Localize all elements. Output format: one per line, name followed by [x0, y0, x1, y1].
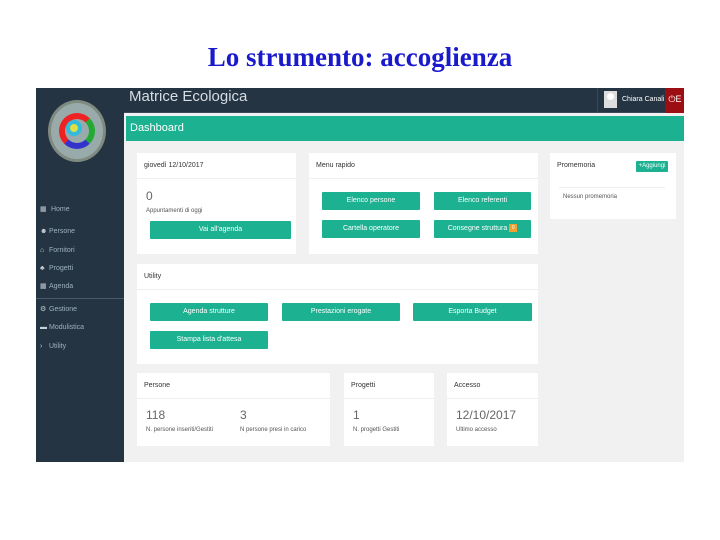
stampa-lista-attesa-button[interactable]: Stampa lista d'attesa [150, 331, 268, 349]
persone-panel: Persone 118 N. persone inseriti/Gestiti … [137, 373, 330, 446]
panel-title: Accesso [447, 373, 538, 399]
empty-message: Nessun promemoria [563, 194, 618, 200]
divider [559, 187, 665, 188]
sidebar-item-modulistica[interactable]: ▬ Modulistica [36, 321, 124, 335]
logout-button[interactable]: ⏻E [665, 88, 684, 113]
sidebar-item-fornitori[interactable]: ⌂ Fornitori [36, 244, 124, 258]
panel-title: Menu rapido [309, 153, 538, 179]
power-icon: ⏻ [668, 94, 676, 104]
elenco-persone-button[interactable]: Elenco persone [322, 192, 420, 210]
button-label: Consegne struttura [447, 225, 508, 232]
panel-title: Utility [137, 264, 538, 290]
sidebar-item-label: Utility [49, 343, 67, 350]
sidebar-item-persone[interactable]: ☻ Persone [36, 225, 124, 239]
page-title: Dashboard [126, 116, 684, 141]
app-window: ▦ Home ☻ Persone ⌂ Fornitori ♣ Progetti ▦ Ag… [36, 88, 684, 462]
aggiungi-button[interactable]: +Aggiungi [636, 161, 668, 172]
user-name: Chiara Canali [622, 96, 665, 103]
avatar [604, 91, 617, 108]
sidebar-item-label: Progetti [49, 265, 74, 272]
today-panel: giovedì 12/10/2017 0 Appuntamenti di ogg… [137, 153, 296, 254]
progetti-panel: Progetti 1 N. progetti Gestiti [344, 373, 434, 446]
folder-icon: ▬ [40, 324, 47, 331]
gears-icon: ⚙ [40, 306, 47, 313]
consegne-badge: 0 [509, 224, 518, 233]
sidebar-item-label: Modulistica [49, 324, 85, 331]
sidebar-item-utility[interactable]: › Utility [36, 340, 124, 354]
appointments-count: 0 [146, 189, 153, 203]
cubes-icon: ♣ [40, 265, 45, 272]
ultimo-accesso-label: Ultimo accesso [456, 427, 497, 433]
panel-title: giovedì 12/10/2017 [137, 153, 296, 179]
sidebar: ▦ Home ☻ Persone ⌂ Fornitori ♣ Progetti ▦ Ag… [36, 88, 124, 462]
sidebar-item-label: Persone [49, 228, 76, 235]
sidebar-item-label: Fornitori [49, 247, 75, 254]
sidebar-item-home[interactable]: ▦ Home [36, 203, 124, 217]
progetti-value: 1 [353, 408, 360, 422]
ultimo-accesso-value: 12/10/2017 [456, 408, 517, 422]
button-label: Aggiungi [642, 163, 666, 169]
persone-carico-label: N persone presi in carico [240, 427, 307, 433]
bank-icon: ⌂ [40, 247, 45, 254]
sidebar-item-gestione[interactable]: ⚙ Gestione [36, 303, 124, 317]
persone-inserite-value: 118 [146, 408, 166, 422]
user-menu[interactable]: Chiara Canali [597, 88, 665, 113]
appointments-caption: Appuntamenti di oggi [146, 208, 203, 214]
progetti-label: N. progetti Gestiti [353, 427, 400, 433]
accesso-panel: Accesso 12/10/2017 Ultimo accesso [447, 373, 538, 446]
agenda-strutture-button[interactable]: Agenda strutture [150, 303, 268, 321]
app-brand[interactable]: Matrice Ecologica [129, 88, 247, 106]
sidebar-divider [36, 298, 124, 299]
persone-carico-value: 3 [240, 408, 247, 422]
vai-agenda-button[interactable]: Vai all'agenda [150, 221, 291, 239]
sidebar-item-label: Home [50, 206, 70, 213]
logout-label: E [675, 94, 682, 104]
elenco-referenti-button[interactable]: Elenco referenti [434, 192, 531, 210]
sidebar-item-label: Gestione [49, 306, 78, 313]
slide-title: Lo strumento: accoglienza [207, 42, 513, 72]
menu-rapido-panel: Menu rapido Elenco persone Elenco refere… [309, 153, 538, 254]
sidebar-item-agenda[interactable]: ▦ Agenda [36, 280, 124, 294]
matrice-ecologica-logo [48, 100, 106, 162]
cartella-operatore-button[interactable]: Cartella operatore [322, 220, 420, 238]
utility-panel: Utility Agenda strutture Prestazioni ero… [137, 264, 538, 364]
persone-inserite-label: N. persone inseriti/Gestiti [146, 427, 214, 433]
chevron-right-icon: › [40, 343, 43, 350]
panel-title: Progetti [344, 373, 434, 399]
calendar-icon: ▦ [40, 206, 47, 213]
top-bar: Matrice Ecologica Chiara Canali ⏻E [124, 88, 684, 113]
users-icon: ☻ [40, 228, 48, 235]
promemoria-panel: Promemoria +Aggiungi Nessun promemoria [550, 153, 676, 219]
calendar-icon: ▦ [40, 283, 47, 290]
prestazioni-erogate-button[interactable]: Prestazioni erogate [282, 303, 400, 321]
esporta-budget-button[interactable]: Esporta Budget [413, 303, 532, 321]
sidebar-item-progetti[interactable]: ♣ Progetti [36, 262, 124, 276]
sidebar-item-label: Agenda [49, 283, 74, 290]
consegne-struttura-button[interactable]: Consegne struttura 0 [434, 220, 531, 238]
panel-title: Persone [137, 373, 330, 399]
